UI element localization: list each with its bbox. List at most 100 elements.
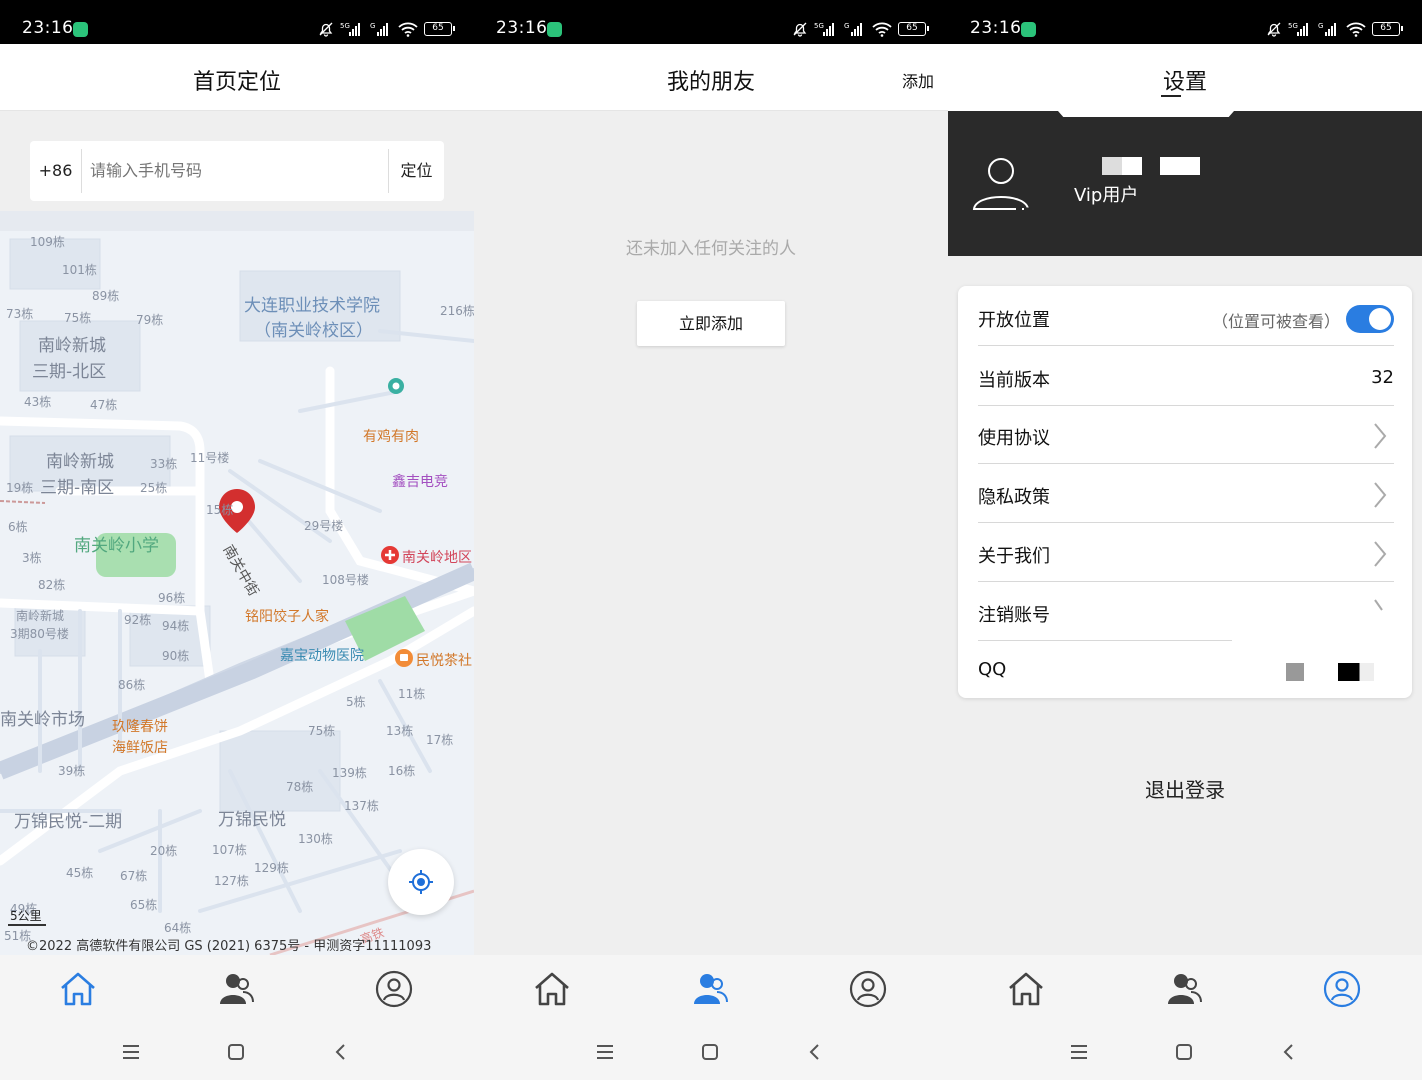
map-label: 11号楼 <box>190 451 230 465</box>
map-label: （南关岭校区） <box>254 321 373 341</box>
map-label: 南岭新城 <box>38 336 106 356</box>
profile-icon <box>1323 970 1361 1008</box>
row-open-location[interactable]: 开放位置 （位置可被查看） <box>978 288 1394 346</box>
map-label: 南岭新城 <box>46 452 114 472</box>
tab-friends[interactable] <box>688 967 732 1011</box>
phone-search-panel: +86 定位 <box>0 111 474 211</box>
row-hint: （位置可被查看） <box>1211 312 1340 331</box>
map-label: 92栋 <box>124 613 152 627</box>
screens: 23:16 5G G 65 首页定位 +86 定位 <box>0 0 1422 1080</box>
tab-profile[interactable] <box>846 967 890 1011</box>
row-qq[interactable]: QQ <box>978 641 1394 699</box>
map-label: 47栋 <box>90 398 118 412</box>
row-label: 注销账号 <box>978 605 1050 626</box>
empty-state-text: 还未加入任何关注的人 <box>626 239 796 259</box>
tab-bar <box>474 955 948 1022</box>
map-view[interactable]: 109栋 101栋 89栋 73栋 75栋 79栋 南岭新城 三期-北区 大连职… <box>0 211 474 955</box>
map-label: 64栋 <box>164 921 192 935</box>
map-label: 33栋 <box>150 457 178 471</box>
nav-home-button[interactable] <box>1171 1040 1197 1064</box>
map-label: 5栋 <box>346 695 366 709</box>
row-label: 隐私政策 <box>978 487 1050 508</box>
map-label: 75栋 <box>64 311 92 325</box>
map-label: 民悦茶社 <box>416 653 472 669</box>
map-label: 139栋 <box>332 766 367 780</box>
logout-button[interactable]: 退出登录 <box>948 774 1422 803</box>
status-icons: 5G G 65 <box>792 20 929 38</box>
home-icon <box>535 972 569 1006</box>
square-icon <box>1176 1044 1192 1060</box>
row-delete-account[interactable]: 注销账号 <box>978 583 1232 641</box>
tab-friends[interactable] <box>1162 967 1206 1011</box>
avatar-icon[interactable] <box>970 151 1032 213</box>
page-title: 设置 <box>1162 70 1207 95</box>
phone-input[interactable] <box>82 149 388 193</box>
profile-header: Vip用户 <box>948 111 1422 256</box>
map-label: 127栋 <box>214 874 249 888</box>
country-code[interactable]: +86 <box>30 149 82 193</box>
status-icons: 5G G 65 <box>1266 20 1403 38</box>
row-label: QQ <box>978 659 1007 680</box>
header-notch <box>1058 111 1234 117</box>
tab-friends[interactable] <box>214 967 258 1011</box>
settings-card: 开放位置 （位置可被查看） 当前版本 32 使用协议 隐私政策 关于我们 注销账… <box>958 286 1412 698</box>
tab-home[interactable] <box>530 967 574 1011</box>
row-label: 开放位置 <box>978 310 1050 331</box>
row-terms[interactable]: 使用协议 <box>978 406 1394 464</box>
map-label: 79栋 <box>136 313 164 327</box>
nav-menu-button[interactable] <box>118 1040 144 1064</box>
notification-app-icon <box>1021 22 1036 37</box>
mute-bell-icon <box>319 22 333 37</box>
system-nav-bar <box>474 1022 948 1080</box>
nav-back-button[interactable] <box>802 1040 828 1064</box>
redacted-block <box>1160 157 1200 175</box>
profile-icon <box>849 970 887 1008</box>
map-label: 109栋 <box>30 235 65 249</box>
map-label: 39栋 <box>58 764 86 778</box>
nav-back-button[interactable] <box>328 1040 354 1064</box>
map-label: 15栋 <box>206 503 234 517</box>
nav-home-button[interactable] <box>697 1040 723 1064</box>
map-label: 96栋 <box>158 591 186 605</box>
tab-home[interactable] <box>1004 967 1048 1011</box>
chevron-right-icon <box>1374 423 1387 449</box>
locate-button[interactable]: 定位 <box>388 149 444 193</box>
add-now-button[interactable]: 立即添加 <box>637 301 785 346</box>
nav-menu-button[interactable] <box>1066 1040 1092 1064</box>
nav-menu-button[interactable] <box>592 1040 618 1064</box>
add-friend-action[interactable]: 添加 <box>902 68 934 92</box>
map-label: 216栋 <box>440 304 474 318</box>
map-label: 嘉宝动物医院 <box>280 648 364 664</box>
signal-g-icon: G <box>1318 22 1336 36</box>
location-toggle[interactable] <box>1346 305 1394 333</box>
mute-bell-icon <box>1267 22 1281 37</box>
map-scale: 5公里 <box>8 907 46 926</box>
back-icon <box>335 1044 345 1060</box>
map-label: 65栋 <box>130 898 158 912</box>
back-icon <box>809 1044 819 1060</box>
map-label: 3栋 <box>22 551 42 565</box>
map-label: 万锦民悦-二期 <box>14 812 123 832</box>
tab-home[interactable] <box>56 967 100 1011</box>
map-label: 45栋 <box>66 866 94 880</box>
map-label: 25栋 <box>140 481 168 495</box>
row-privacy[interactable]: 隐私政策 <box>978 465 1394 523</box>
title-bar: 首页定位 <box>0 44 474 111</box>
version-value: 32 <box>1371 367 1394 388</box>
map-label: 90栋 <box>162 649 190 663</box>
row-about[interactable]: 关于我们 <box>978 524 1394 582</box>
nav-home-button[interactable] <box>223 1040 249 1064</box>
row-label: 使用协议 <box>978 428 1050 449</box>
tab-profile[interactable] <box>1320 967 1364 1011</box>
signal-g-icon: G <box>370 22 388 36</box>
home-icon <box>61 972 95 1006</box>
map-label: 82栋 <box>38 578 66 592</box>
tab-profile[interactable] <box>372 967 416 1011</box>
redacted-block <box>1102 157 1142 175</box>
map-label: 三期-南区 <box>40 478 115 498</box>
map-label: 17栋 <box>426 733 454 747</box>
my-location-button[interactable] <box>388 849 454 915</box>
user-level: Vip用户 <box>1074 185 1139 206</box>
nav-back-button[interactable] <box>1276 1040 1302 1064</box>
map-label: 73栋 <box>6 307 34 321</box>
